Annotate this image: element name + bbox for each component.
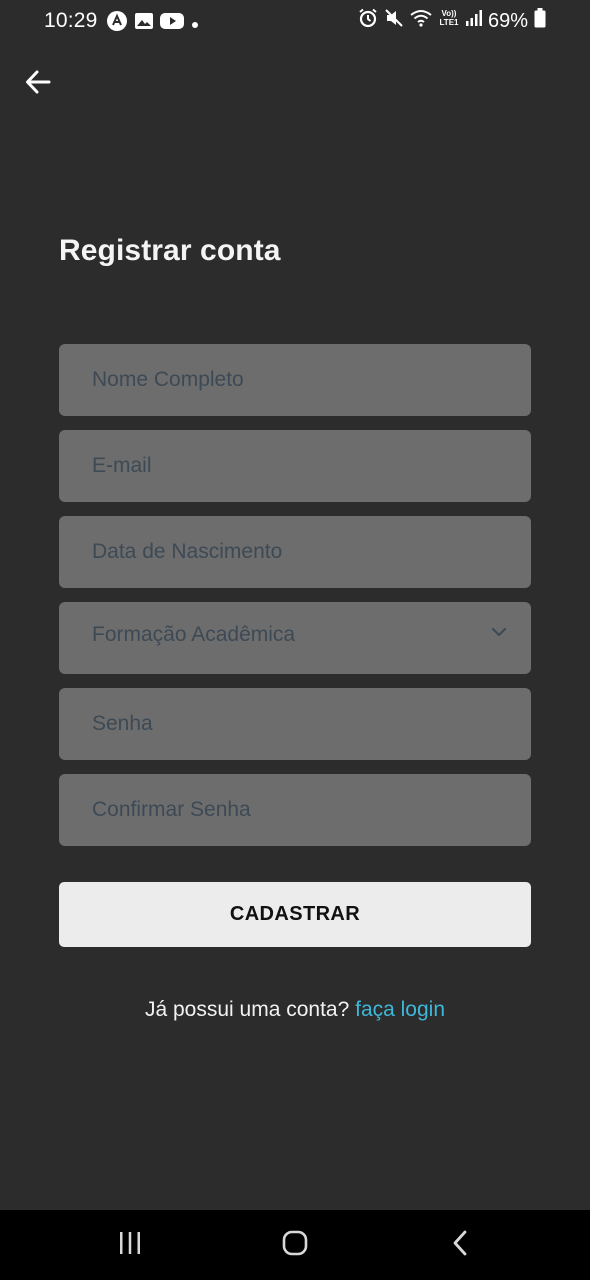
password-field-container (59, 688, 531, 760)
system-back-button[interactable] (415, 1210, 505, 1280)
status-bar: 10:29 Vo)) LTE1 69% (0, 0, 590, 44)
alarm-icon (358, 8, 378, 34)
arrow-left-icon (24, 68, 52, 101)
status-left-icons (106, 10, 200, 38)
confirm-password-field-container (59, 774, 531, 846)
notification-a-icon (106, 10, 128, 38)
gallery-icon (134, 11, 154, 37)
wifi-icon (410, 8, 432, 34)
confirm-password-input[interactable] (92, 798, 498, 822)
login-prompt: Já possui uma conta? faça login (0, 998, 590, 1022)
dot-icon (190, 13, 200, 36)
register-button[interactable]: CADASTRAR (59, 882, 531, 947)
register-screen: 10:29 Vo)) LTE1 69% Registrar conta Nome… (0, 0, 590, 1280)
youtube-icon (160, 12, 184, 36)
battery-icon (534, 8, 546, 34)
mute-icon (384, 8, 404, 34)
full-name-field-container (59, 344, 531, 416)
status-time: 10:29 (44, 9, 98, 32)
education-select-value: Formação Acadêmica (92, 623, 296, 646)
full-name-input[interactable] (92, 368, 498, 392)
login-prompt-text: Já possui uma conta? (144, 998, 356, 1021)
password-input[interactable] (92, 712, 498, 736)
svg-text:LTE1: LTE1 (439, 18, 459, 27)
chevron-left-icon (450, 1229, 470, 1262)
status-right: Vo)) LTE1 69% (358, 8, 546, 34)
volte-icon: Vo)) LTE1 (438, 8, 460, 34)
home-icon (281, 1229, 309, 1262)
chevron-down-icon (490, 625, 508, 643)
home-button[interactable] (250, 1210, 340, 1280)
page-title: Registrar conta (59, 234, 281, 267)
email-field-container (59, 430, 531, 502)
battery-percentage: 69% (487, 9, 528, 32)
recent-apps-button[interactable] (85, 1210, 175, 1280)
login-link[interactable]: faça login (355, 998, 445, 1021)
back-button[interactable] (20, 66, 56, 102)
signal-icon (465, 9, 482, 33)
birthdate-field-container (59, 516, 531, 588)
birthdate-input[interactable] (92, 540, 498, 564)
system-nav-bar (0, 1210, 590, 1280)
svg-text:Vo)): Vo)) (441, 9, 456, 18)
recent-apps-icon (118, 1231, 142, 1260)
email-input[interactable] (92, 454, 498, 478)
education-select[interactable]: Formação Acadêmica (59, 602, 531, 674)
